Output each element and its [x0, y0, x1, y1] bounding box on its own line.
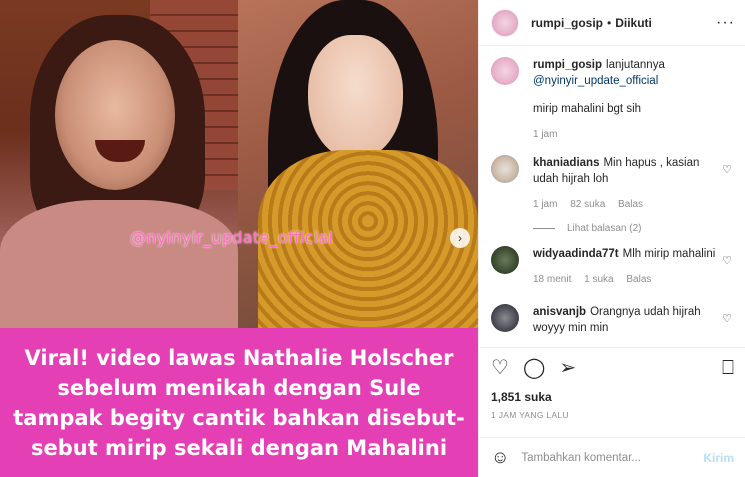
comment-input[interactable] [521, 451, 697, 464]
comment-username[interactable]: khaniadians [533, 157, 599, 169]
comment-time: 1 jam [533, 199, 558, 210]
next-image-button[interactable]: › [450, 228, 470, 248]
comment-username[interactable]: widyaadinda77t [533, 248, 619, 260]
comment-likes[interactable]: 1 suka [584, 274, 613, 285]
post-time: 1 JAM YANG LALU [491, 410, 569, 420]
likes-count[interactable]: 1,851 suka [491, 390, 552, 404]
comment-username[interactable]: anisvanjb [533, 306, 586, 318]
shirt [0, 200, 238, 328]
following-button[interactable]: Diikuti [615, 16, 652, 30]
view-replies-label: Lihat balasan (2) [567, 223, 642, 234]
post-media[interactable]: @nyinyir_update_official › Viral! video … [0, 0, 478, 477]
avatar[interactable] [491, 57, 519, 85]
photo-left [0, 0, 238, 328]
post-header: rumpi_gosip • Diikuti ··· [479, 0, 745, 46]
comment-text: Mlh mirip mahalini [622, 248, 716, 260]
comment-text: lanjutannya [606, 59, 665, 71]
header-username[interactable]: rumpi_gosip [531, 16, 603, 30]
heart-icon[interactable]: ♡ [722, 312, 732, 325]
comment-composer: ☺ Kirim [479, 437, 745, 477]
list-item: khaniadians Min hapus , kasian udah hijra… [491, 155, 736, 213]
post-comment-button[interactable]: Kirim [703, 451, 734, 465]
post-panel: rumpi_gosip • Diikuti ··· rumpi_gosiplan… [478, 0, 745, 477]
comment-likes[interactable]: 82 suka [570, 199, 605, 210]
action-bar: ♡ ◯ ➢ ⎕ [479, 347, 745, 387]
comments-list[interactable]: rumpi_gosip lanjutannya @nyinyir_update_o… [479, 47, 745, 347]
comment-time: 18 menit [533, 274, 572, 285]
heart-icon[interactable]: ♡ [722, 163, 732, 176]
more-options-icon[interactable]: ··· [716, 14, 735, 32]
avatar[interactable] [491, 246, 519, 274]
caption-comment: rumpi_gosip lanjutannya @nyinyir_update_o… [491, 57, 736, 143]
reply-button[interactable]: Balas [618, 199, 643, 210]
heart-icon[interactable]: ♡ [722, 254, 732, 267]
caption-band: Viral! video lawas Nathalie Holscher seb… [0, 328, 478, 477]
mention-link[interactable]: @nyinyir_update_official [533, 75, 658, 87]
avatar[interactable] [491, 155, 519, 183]
photo-right [238, 0, 478, 328]
avatar[interactable] [491, 8, 519, 37]
comment-icon[interactable]: ◯ [523, 358, 545, 378]
chevron-right-icon: › [458, 231, 462, 245]
heart-icon[interactable]: ♡ [491, 358, 509, 378]
comment-time: 1 jam [533, 129, 558, 140]
comment-username[interactable]: rumpi_gosip [533, 59, 602, 71]
list-item: anisvanjb Orangnya udah hijrah woyyy min … [491, 304, 736, 336]
comment-text: mirip mahalini bgt sih [533, 103, 642, 115]
share-icon[interactable]: ➢ [559, 358, 576, 378]
caption-text: Viral! video lawas Nathalie Holscher seb… [13, 345, 465, 460]
watermark-text: @nyinyir_update_official [130, 228, 334, 247]
face [308, 35, 403, 160]
emoji-icon[interactable]: ☺ [491, 447, 509, 468]
face [55, 40, 175, 190]
view-replies-button[interactable]: Lihat balasan (2) [533, 223, 736, 234]
divider [533, 228, 555, 229]
reply-button[interactable]: Balas [626, 274, 651, 285]
avatar[interactable] [491, 304, 519, 332]
bookmark-icon[interactable]: ⎕ [722, 358, 734, 378]
list-item: widyaadinda77t Mlh mirip mahalini 18 meni… [491, 246, 736, 288]
separator-dot: • [607, 15, 612, 30]
